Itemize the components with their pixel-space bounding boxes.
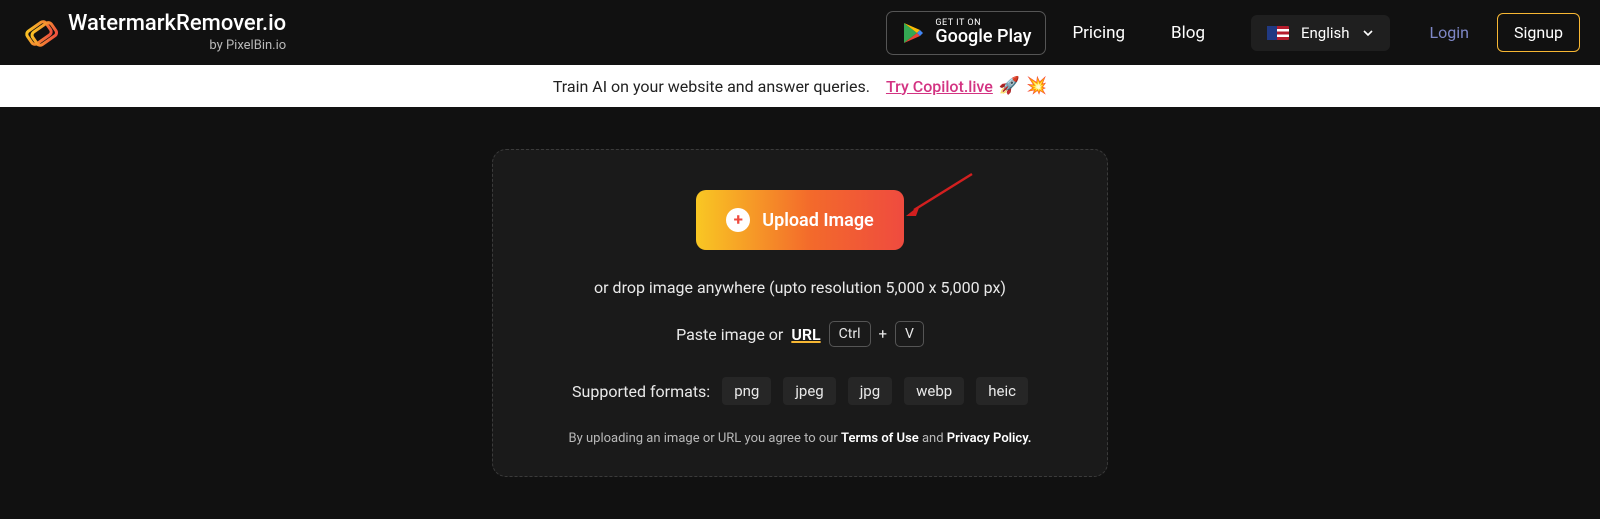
format-jpeg: jpeg xyxy=(783,377,835,405)
agree-line: By uploading an image or URL you agree t… xyxy=(569,431,1032,446)
google-play-badge[interactable]: GET IT ON Google Play xyxy=(886,11,1046,55)
format-jpg: jpg xyxy=(848,377,892,405)
drop-hint: or drop image anywhere (upto resolution … xyxy=(594,278,1006,297)
google-play-icon xyxy=(901,21,925,45)
play-bottom-label: Google Play xyxy=(935,28,1031,46)
nav-blog[interactable]: Blog xyxy=(1171,23,1205,43)
signup-button[interactable]: Signup xyxy=(1497,13,1580,52)
language-label: English xyxy=(1301,24,1350,42)
privacy-link[interactable]: Privacy Policy. xyxy=(947,431,1032,446)
promo-banner: Train AI on your website and answer quer… xyxy=(0,65,1600,107)
agree-prefix: By uploading an image or URL you agree t… xyxy=(569,431,842,446)
brand-subtitle: by PixelBin.io xyxy=(68,39,286,52)
formats-line: Supported formats: png jpeg jpg webp hei… xyxy=(572,377,1028,405)
upload-image-button[interactable]: + Upload Image xyxy=(696,190,904,250)
brand-title: WatermarkRemover.io xyxy=(68,13,286,35)
login-link[interactable]: Login xyxy=(1430,23,1469,42)
upload-card: + Upload Image or drop image anywhere (u… xyxy=(492,149,1108,477)
upload-button-label: Upload Image xyxy=(762,210,874,231)
collision-icon: 💥 xyxy=(1026,76,1047,96)
nav-pricing[interactable]: Pricing xyxy=(1072,23,1125,43)
paste-url-link[interactable]: URL xyxy=(791,325,820,344)
format-png: png xyxy=(722,377,771,405)
format-webp: webp xyxy=(904,377,964,405)
brand-logo[interactable]: WatermarkRemover.io by PixelBin.io xyxy=(20,13,286,52)
key-plus: + xyxy=(879,325,888,343)
header: WatermarkRemover.io by PixelBin.io GET I… xyxy=(0,0,1600,65)
pointer-arrow-icon xyxy=(904,172,974,216)
paste-line: Paste image or URL Ctrl + V xyxy=(676,321,924,347)
chevron-down-icon xyxy=(1362,27,1374,39)
key-v: V xyxy=(895,321,924,347)
formats-label: Supported formats: xyxy=(572,382,710,401)
plus-icon: + xyxy=(726,208,750,232)
banner-text: Train AI on your website and answer quer… xyxy=(553,77,870,96)
banner-link[interactable]: Try Copilot.live xyxy=(886,77,993,96)
uk-flag-icon xyxy=(1267,26,1289,40)
logo-icon xyxy=(20,14,58,52)
agree-and: and xyxy=(922,431,947,446)
key-ctrl: Ctrl xyxy=(829,321,871,347)
rocket-icon: 🚀 xyxy=(999,76,1020,96)
language-selector[interactable]: English xyxy=(1251,15,1390,51)
terms-link[interactable]: Terms of Use xyxy=(841,431,919,446)
format-heic: heic xyxy=(976,377,1028,405)
paste-prefix: Paste image or xyxy=(676,325,783,344)
main-stage: + Upload Image or drop image anywhere (u… xyxy=(0,107,1600,519)
